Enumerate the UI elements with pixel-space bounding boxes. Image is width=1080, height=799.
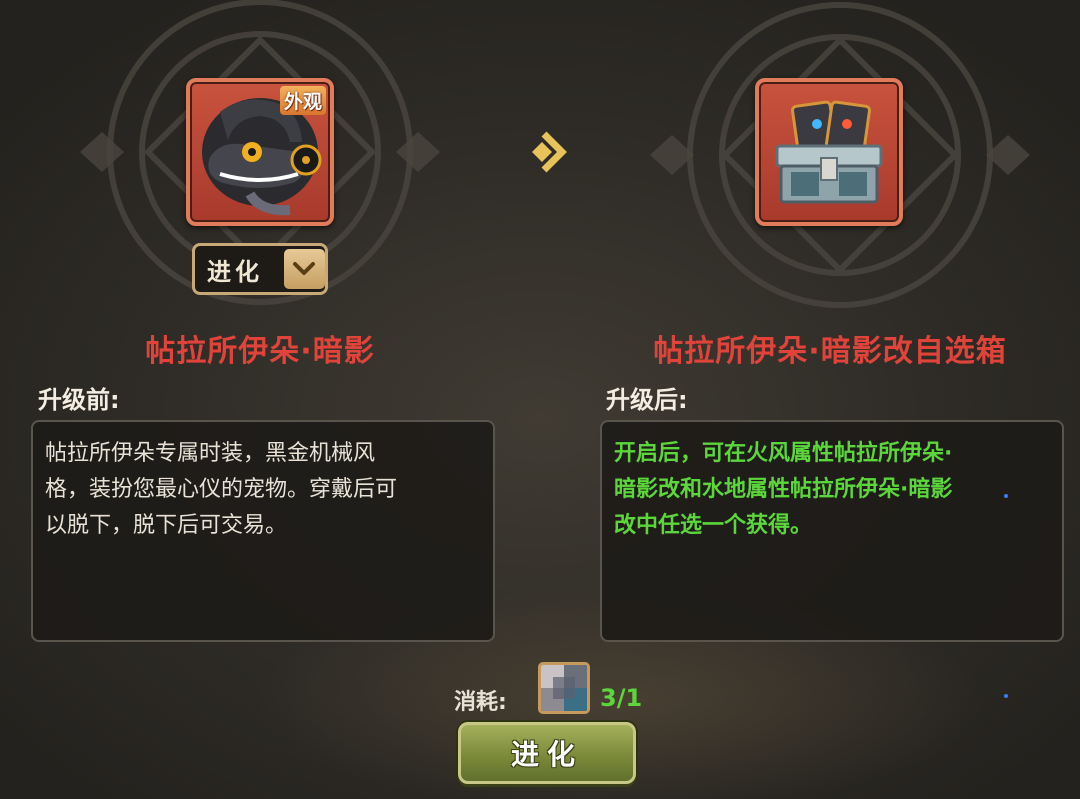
chevron-right-icon — [532, 131, 567, 173]
source-item-card[interactable]: 外观 — [186, 78, 334, 226]
after-description-panel: 开启后，可在火风属性帖拉所伊朵· 暗影改和水地属性帖拉所伊朵·暗影 改中任选一个… — [600, 420, 1064, 642]
chevron-down-icon[interactable] — [283, 249, 325, 289]
blurred-material-icon[interactable] — [538, 662, 590, 714]
target-item-name: 帖拉所伊朵·暗影改自选箱 — [653, 334, 1007, 369]
appearance-tag: 外观 — [279, 86, 326, 115]
cost-label: 消耗: — [454, 690, 507, 715]
before-upgrade-label: 升级前: — [38, 386, 120, 414]
decorative-dot — [1004, 494, 1008, 498]
after-upgrade-label: 升级后: — [606, 386, 688, 414]
target-item-card[interactable] — [755, 78, 903, 226]
before-description-panel: 帖拉所伊朵专属时装，黑金机械风 格，装扮您最心仪的宠物。穿戴后可 以脱下，脱下后… — [31, 420, 495, 642]
after-description-line: 暗影改和水地属性帖拉所伊朵·暗影 — [614, 477, 953, 502]
before-description-line: 格，装扮您最心仪的宠物。穿戴后可 — [45, 477, 398, 502]
before-description-line: 帖拉所伊朵专属时装，黑金机械风 — [45, 441, 376, 466]
source-item-name: 帖拉所伊朵·暗影 — [145, 334, 375, 369]
after-description-line: 改中任选一个获得。 — [614, 513, 813, 538]
after-description-line: 开启后，可在火风属性帖拉所伊朵· — [614, 441, 953, 466]
before-description-line: 以脱下，脱下后可交易。 — [45, 513, 288, 538]
decorative-dot — [1004, 694, 1008, 698]
evolve-type-label: 进化 — [207, 257, 263, 286]
treasure-chest-icon — [775, 100, 883, 204]
evolve-button[interactable]: 进化 — [458, 722, 636, 784]
material-count: 3/1 — [600, 684, 643, 712]
evolve-type-select[interactable]: 进化 — [192, 243, 328, 295]
